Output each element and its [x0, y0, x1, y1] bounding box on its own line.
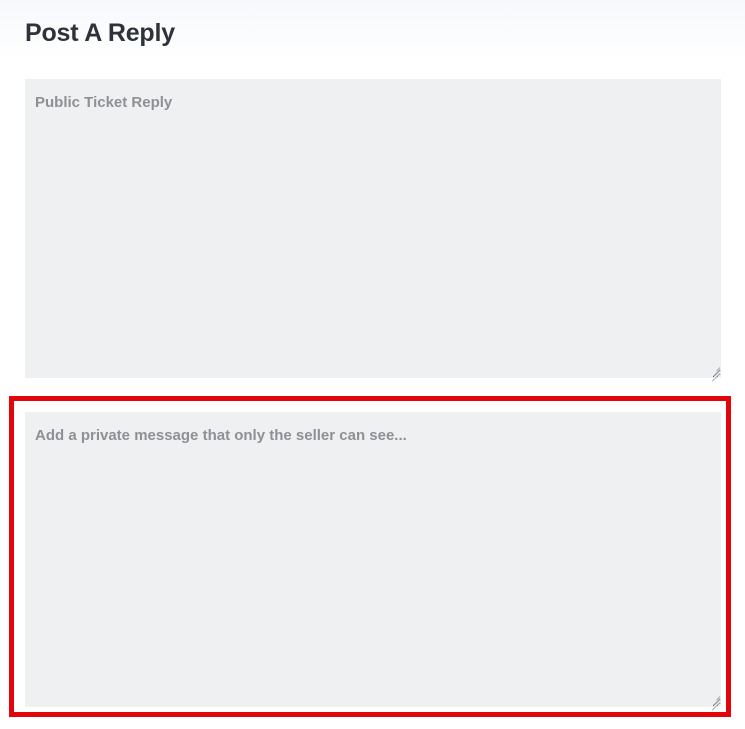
public-ticket-reply-textarea[interactable] — [25, 79, 721, 378]
private-seller-note-textarea[interactable] — [25, 412, 721, 707]
page-title: Post A Reply — [25, 19, 175, 47]
post-a-reply-page: Post A Reply — [0, 0, 745, 729]
